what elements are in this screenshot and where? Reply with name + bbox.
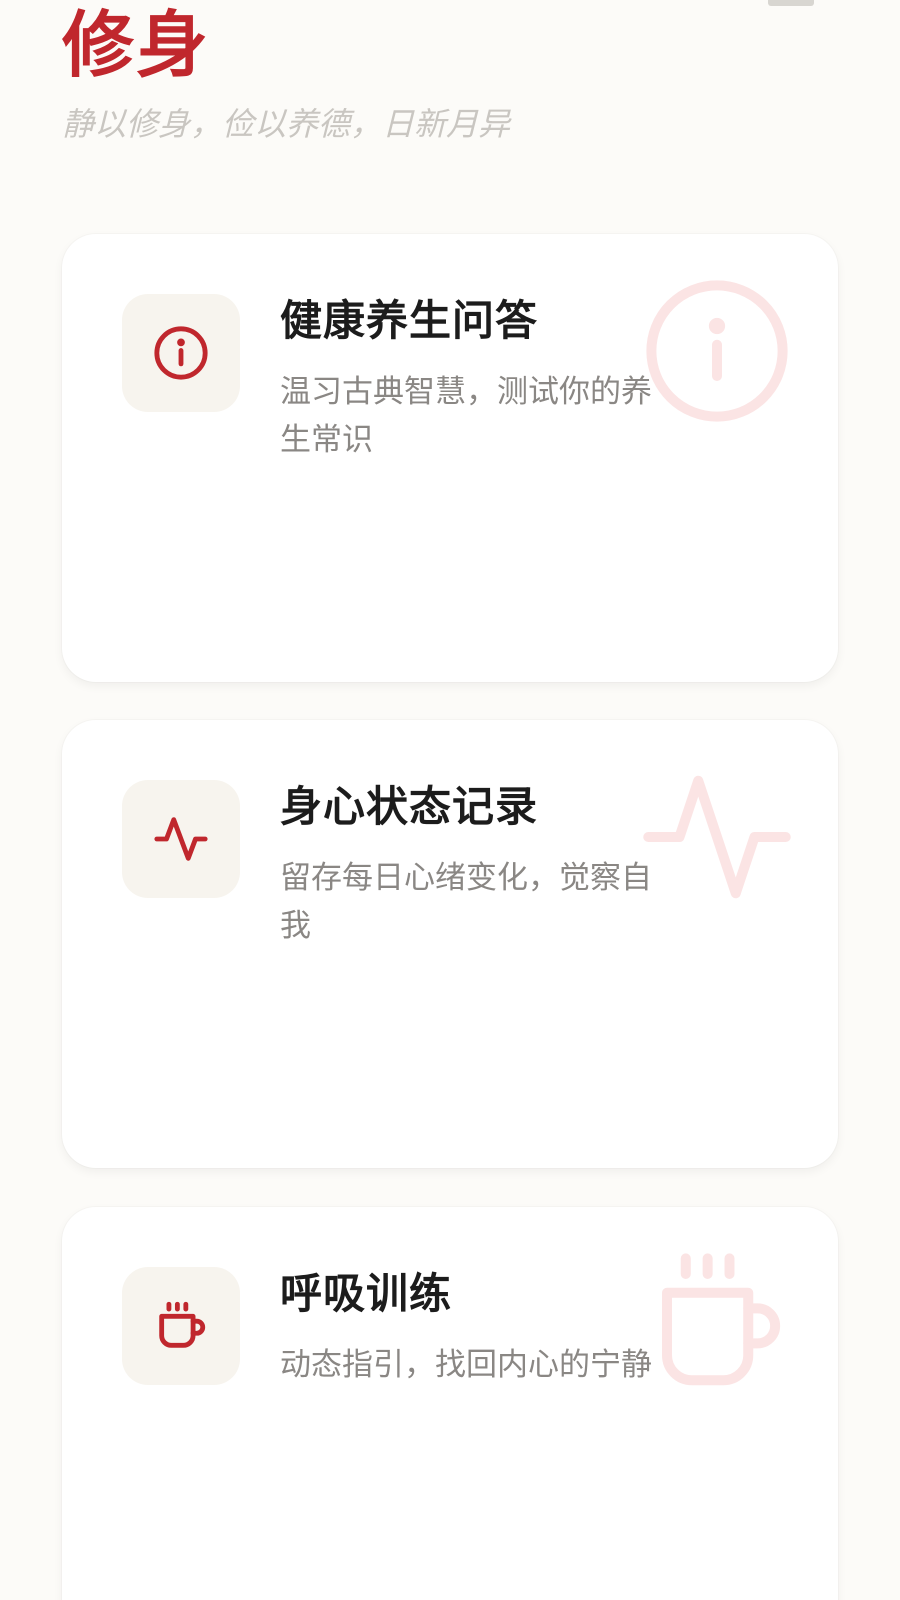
- top-edge-handle: [768, 0, 814, 6]
- card-title: 健康养生问答: [280, 296, 539, 345]
- breathing-training-card[interactable]: 呼吸训练 动态指引，找回内心的宁静: [62, 1207, 838, 1600]
- card-description: 动态指引，找回内心的宁静: [280, 1347, 652, 1383]
- info-circle-watermark-icon: [646, 280, 788, 422]
- health-quiz-icon-box: [122, 294, 240, 412]
- pulse-watermark-icon: [643, 775, 791, 899]
- info-circle-icon: [154, 326, 208, 380]
- page-title: 修身: [62, 3, 211, 87]
- coffee-cup-icon: [159, 1301, 206, 1348]
- home-page: 修身 静以修身，俭以养德，日新月异 健康养生问答 温习古典智慧，测试你的养生常识…: [0, 0, 900, 1600]
- coffee-cup-watermark-icon: [662, 1253, 781, 1386]
- card-title: 身心状态记录: [280, 782, 539, 831]
- pulse-icon: [154, 817, 208, 861]
- card-description: 温习古典智慧，测试你的养生常识: [280, 374, 652, 458]
- mind-body-icon-box: [122, 780, 240, 898]
- page-subtitle: 静以修身，俭以养德，日新月异: [62, 105, 511, 143]
- health-quiz-card[interactable]: 健康养生问答 温习古典智慧，测试你的养生常识: [62, 234, 838, 682]
- mind-body-record-card[interactable]: 身心状态记录 留存每日心绪变化，觉察自我: [62, 720, 838, 1168]
- card-description: 留存每日心绪变化，觉察自我: [280, 860, 652, 944]
- breathing-icon-box: [122, 1267, 240, 1385]
- card-title: 呼吸训练: [280, 1269, 453, 1318]
